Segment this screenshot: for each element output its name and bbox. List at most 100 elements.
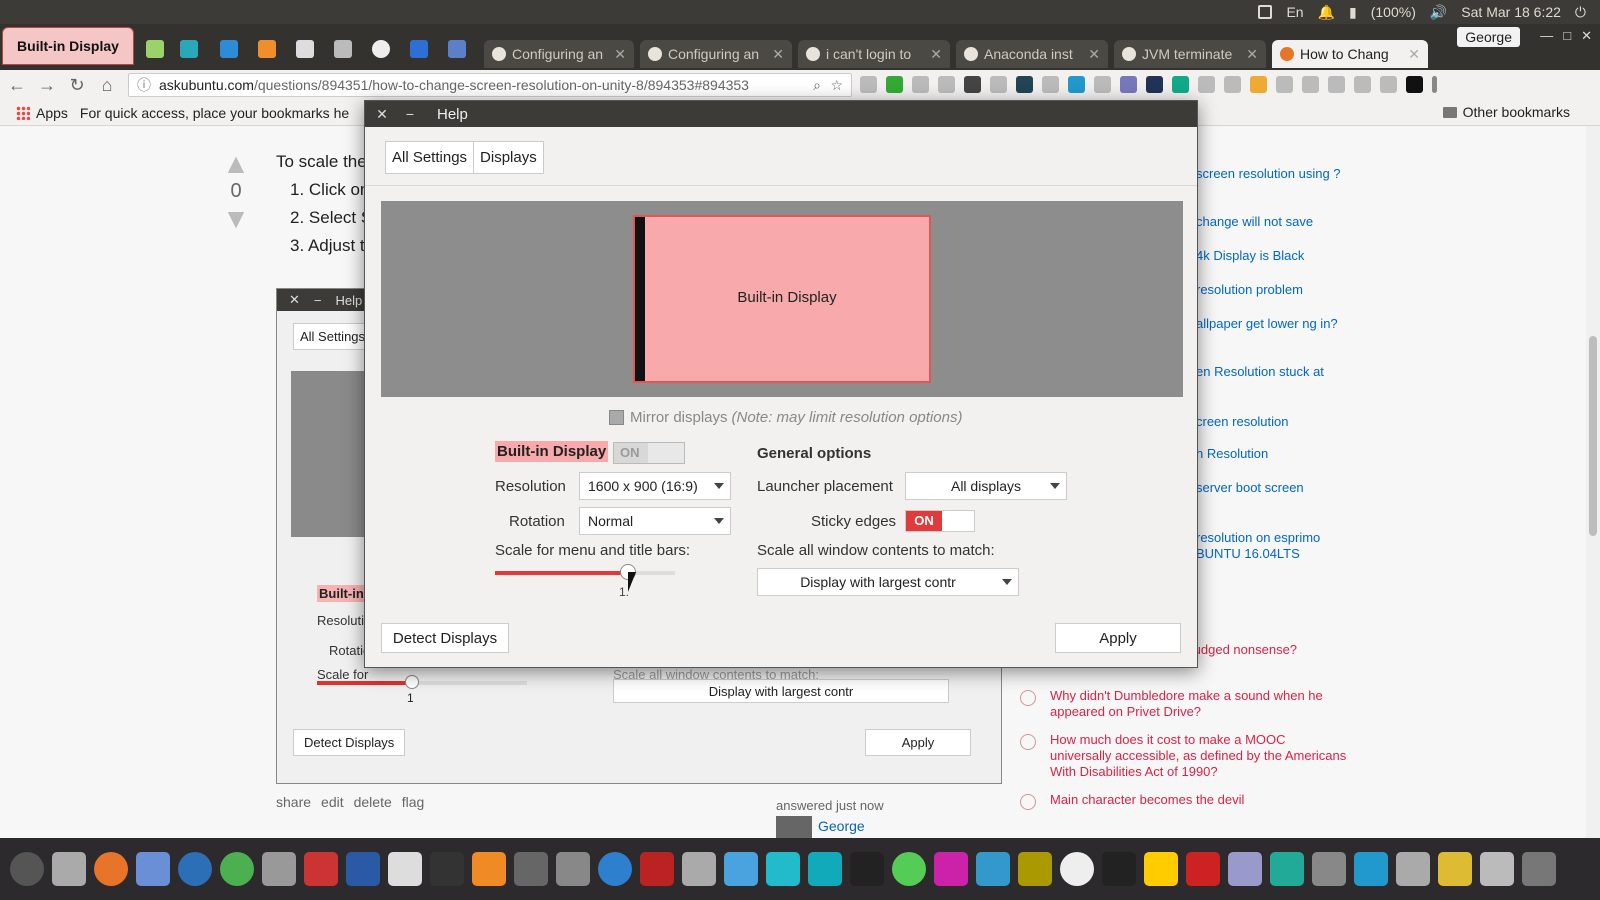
app-icon[interactable] <box>346 852 380 886</box>
apps-link[interactable]: Apps <box>36 105 68 121</box>
app-icon[interactable] <box>1396 852 1430 886</box>
maximize-icon[interactable]: □ <box>1563 28 1571 44</box>
page-scrollbar[interactable] <box>1586 126 1600 838</box>
pinned-tab-icon[interactable] <box>220 40 238 58</box>
related-question-link[interactable]: server boot screen <box>1196 480 1304 496</box>
forward-icon[interactable]: → <box>34 75 60 96</box>
app-icon[interactable] <box>1354 852 1388 886</box>
terminal-icon[interactable] <box>430 852 464 886</box>
delete-link[interactable]: delete <box>354 794 392 810</box>
bell-icon[interactable]: 🔔 <box>1318 4 1335 21</box>
zoom-icon[interactable]: ⌕ <box>813 77 821 94</box>
related-question-link[interactable]: change will not save <box>1196 214 1313 230</box>
extension-icon[interactable] <box>938 76 955 93</box>
related-question-link[interactable]: 4k Display is Black <box>1196 248 1304 264</box>
extension-icon[interactable] <box>1224 76 1241 93</box>
home-icon[interactable]: ⌂ <box>94 75 120 96</box>
app-icon[interactable] <box>304 852 338 886</box>
pinned-tab-icon[interactable] <box>448 40 466 58</box>
apps-icon[interactable] <box>16 105 30 120</box>
window-icon[interactable] <box>1258 5 1273 19</box>
extension-icon[interactable] <box>1120 76 1137 93</box>
mirror-checkbox[interactable] <box>609 410 624 425</box>
keyboard-layout-indicator[interactable]: En <box>1286 4 1303 20</box>
display-power-toggle[interactable]: ON <box>613 442 685 464</box>
app-icon[interactable] <box>1480 852 1514 886</box>
extension-icon[interactable] <box>1302 76 1319 93</box>
app-icon[interactable] <box>262 852 296 886</box>
hot-question-link[interactable]: Why didn't Dumbledore make a sound when … <box>1050 688 1350 720</box>
extension-icon[interactable] <box>1276 76 1293 93</box>
share-link[interactable]: share <box>276 794 311 810</box>
hot-question-link[interactable]: Main character becomes the devil <box>1050 792 1350 808</box>
sticky-edges-toggle[interactable]: ON <box>905 510 975 532</box>
browser-tab-active[interactable]: How to Chang ✕ <box>1272 40 1428 68</box>
app-icon[interactable] <box>724 852 758 886</box>
firefox-icon[interactable] <box>94 852 128 886</box>
app-icon[interactable] <box>514 852 548 886</box>
apply-button[interactable]: Apply <box>1055 623 1181 653</box>
app-icon[interactable] <box>1312 852 1346 886</box>
detect-displays-button[interactable]: Detect Displays <box>381 623 509 653</box>
browser-tab[interactable]: Anaconda inst ✕ <box>956 40 1108 68</box>
extension-icon[interactable] <box>1198 76 1215 93</box>
address-bar[interactable]: ⓘ askubuntu.com/questions/894351/how-to-… <box>128 73 852 97</box>
menu-icon[interactable] <box>1432 76 1437 93</box>
flag-link[interactable]: flag <box>402 794 425 810</box>
app-icon[interactable] <box>1018 852 1052 886</box>
extension-icon[interactable] <box>1406 76 1423 93</box>
extension-icon[interactable] <box>990 76 1007 93</box>
close-icon[interactable]: ✕ <box>1088 46 1100 63</box>
extension-icon[interactable] <box>860 76 877 93</box>
browser-tab[interactable]: Configuring an ✕ <box>484 40 634 68</box>
related-question-link[interactable]: resolution on esprimo BUNTU 16.04LTS <box>1196 530 1356 562</box>
browser-tab[interactable]: Configuring an ✕ <box>640 40 792 68</box>
ubuntu-icon[interactable] <box>10 852 44 886</box>
star-icon[interactable]: ☆ <box>830 77 843 94</box>
app-icon[interactable] <box>178 852 212 886</box>
power-icon[interactable]: ⏻ <box>1575 4 1586 21</box>
extension-icon[interactable] <box>1042 76 1059 93</box>
pinned-tab-icon[interactable] <box>180 40 198 58</box>
trash-icon[interactable] <box>1522 852 1556 886</box>
browser-tab[interactable]: JVM terminate ✕ <box>1114 40 1266 68</box>
monitor-preview[interactable]: Built-in Display <box>633 215 931 383</box>
extension-icon[interactable] <box>1094 76 1111 93</box>
filezilla-icon[interactable] <box>640 852 674 886</box>
pycharm-icon[interactable] <box>850 852 884 886</box>
scrollbar-thumb[interactable] <box>1589 336 1597 536</box>
app-icon[interactable] <box>976 852 1010 886</box>
close-icon[interactable]: ✕ <box>930 46 942 63</box>
pinned-tab-icon[interactable] <box>296 40 314 58</box>
extension-icon[interactable] <box>912 76 929 93</box>
extension-icon[interactable] <box>1172 76 1189 93</box>
app-icon[interactable] <box>1270 852 1304 886</box>
pinned-tab-icon[interactable] <box>258 40 276 58</box>
hot-question-link[interactable]: How much does it cost to make a MOOC uni… <box>1050 732 1350 780</box>
close-icon[interactable]: ✕ <box>614 46 626 63</box>
webstorm-icon[interactable] <box>808 852 842 886</box>
resolution-select[interactable]: 1600 x 900 (16:9) <box>579 472 731 500</box>
extension-icon[interactable] <box>1146 76 1163 93</box>
app-icon[interactable] <box>472 852 506 886</box>
related-question-link[interactable]: allpaper get lower ng in? <box>1196 316 1338 332</box>
extension-icon[interactable] <box>1328 76 1345 93</box>
info-icon[interactable]: ⓘ <box>137 75 151 95</box>
pinned-tab-icon[interactable] <box>410 40 428 58</box>
settings-icon[interactable] <box>598 852 632 886</box>
extension-icon[interactable] <box>886 76 903 93</box>
close-icon[interactable]: ✕ <box>772 46 784 63</box>
clock[interactable]: Sat Mar 18 6:22 <box>1461 4 1561 20</box>
extension-icon[interactable] <box>1016 76 1033 93</box>
extension-icon[interactable] <box>1354 76 1371 93</box>
close-icon[interactable]: ✕ <box>371 106 393 123</box>
edit-link[interactable]: edit <box>321 794 344 810</box>
minimize-icon[interactable]: − <box>399 106 421 122</box>
minimize-icon[interactable]: — <box>1540 28 1553 44</box>
downvote-icon[interactable]: ▼ <box>216 203 256 235</box>
back-icon[interactable]: ← <box>4 75 30 96</box>
battery-percent[interactable]: (100%) <box>1371 4 1416 20</box>
close-icon[interactable]: ✕ <box>1246 46 1258 63</box>
help-icon[interactable] <box>556 852 590 886</box>
related-question-link[interactable]: en Resolution stuck at <box>1196 364 1324 380</box>
